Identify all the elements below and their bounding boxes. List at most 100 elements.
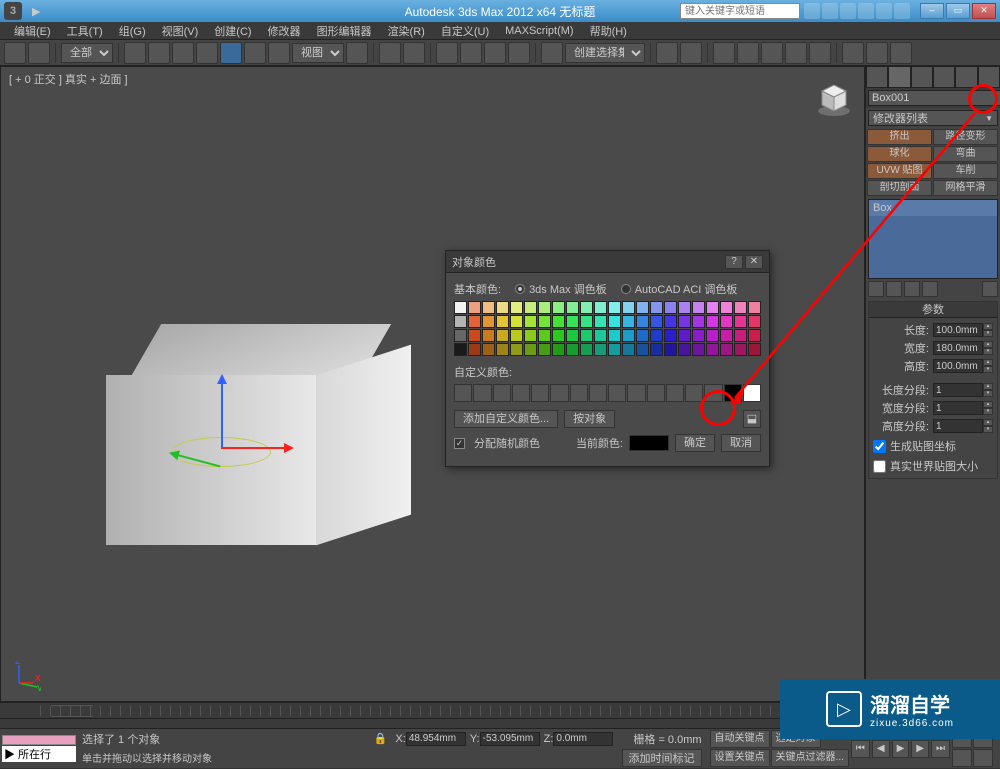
palette-swatch[interactable] bbox=[706, 301, 719, 314]
dialog-titlebar[interactable]: 对象颜色 ? ✕ bbox=[446, 251, 769, 273]
palette-swatch[interactable] bbox=[482, 343, 495, 356]
tb-move[interactable] bbox=[220, 42, 242, 64]
script-input[interactable]: ▶ 所在行 bbox=[2, 746, 76, 762]
help-search-input[interactable] bbox=[680, 3, 800, 19]
palette-swatch[interactable] bbox=[706, 329, 719, 342]
custom-swatch[interactable] bbox=[570, 384, 588, 402]
palette-swatch[interactable] bbox=[664, 343, 677, 356]
ok-button[interactable]: 确定 bbox=[675, 434, 715, 452]
palette-swatch[interactable] bbox=[664, 315, 677, 328]
palette-swatch[interactable] bbox=[622, 343, 635, 356]
menu-graph-editors[interactable]: 图形编辑器 bbox=[309, 23, 380, 39]
palette-swatch[interactable] bbox=[608, 329, 621, 342]
by-object-button[interactable]: 按对象 bbox=[564, 410, 615, 428]
palette-swatch[interactable] bbox=[720, 343, 733, 356]
modifier-list-dropdown[interactable]: 修改器列表 bbox=[868, 110, 998, 126]
palette-swatch[interactable] bbox=[636, 329, 649, 342]
palette-swatch[interactable] bbox=[468, 329, 481, 342]
qa-icon-3[interactable] bbox=[840, 3, 856, 19]
palette-swatch[interactable] bbox=[552, 329, 565, 342]
tb-manipulate[interactable] bbox=[379, 42, 401, 64]
mod-btn-bend[interactable]: 弯曲 bbox=[933, 146, 998, 162]
palette-swatch[interactable] bbox=[594, 315, 607, 328]
tb-align[interactable] bbox=[680, 42, 702, 64]
coord-z-input[interactable] bbox=[553, 732, 613, 746]
palette-swatch[interactable] bbox=[580, 315, 593, 328]
input-lseg[interactable] bbox=[933, 383, 983, 397]
macro-recorder[interactable] bbox=[2, 735, 76, 745]
close-button[interactable]: ✕ bbox=[972, 3, 996, 19]
mod-btn-meshsmooth[interactable]: 网格平滑 bbox=[933, 180, 998, 196]
palette-swatch[interactable] bbox=[496, 315, 509, 328]
tab-modify[interactable] bbox=[888, 66, 910, 88]
tb-rotate[interactable] bbox=[244, 42, 266, 64]
palette-swatch[interactable] bbox=[510, 301, 523, 314]
input-width[interactable] bbox=[933, 341, 983, 355]
palette-swatch[interactable] bbox=[538, 329, 551, 342]
menu-tools[interactable]: 工具(T) bbox=[59, 23, 111, 39]
set-key-button[interactable]: 设置关键点 bbox=[710, 749, 770, 767]
custom-swatch-black[interactable] bbox=[724, 384, 742, 402]
tb-keyboard-shortcut[interactable] bbox=[403, 42, 425, 64]
check-gen-mapping[interactable]: 生成贴图坐标 bbox=[873, 438, 993, 454]
minimize-button[interactable]: – bbox=[920, 3, 944, 19]
palette-swatch[interactable] bbox=[496, 343, 509, 356]
palette-swatch[interactable] bbox=[454, 329, 467, 342]
palette-swatch[interactable] bbox=[496, 301, 509, 314]
palette-swatch[interactable] bbox=[510, 315, 523, 328]
tb-spinner-snap[interactable] bbox=[508, 42, 530, 64]
qa-help-icon[interactable] bbox=[894, 3, 910, 19]
palette-swatch[interactable] bbox=[468, 343, 481, 356]
active-color-toggle-icon[interactable]: ⬓ bbox=[743, 410, 761, 428]
palette-swatch[interactable] bbox=[650, 301, 663, 314]
custom-swatch[interactable] bbox=[550, 384, 568, 402]
goto-end-icon[interactable]: ⏭ bbox=[931, 740, 950, 758]
input-length[interactable] bbox=[933, 323, 983, 337]
tb-rect-select[interactable] bbox=[172, 42, 194, 64]
stack-unique-icon[interactable] bbox=[904, 281, 920, 297]
palette-swatch[interactable] bbox=[734, 301, 747, 314]
tb-pivot-icon[interactable] bbox=[346, 42, 368, 64]
key-filters-button[interactable]: 关键点过滤器... bbox=[771, 749, 849, 767]
help-search[interactable] bbox=[680, 3, 800, 19]
tab-motion[interactable] bbox=[933, 66, 955, 88]
palette-swatch[interactable] bbox=[524, 329, 537, 342]
stack-pin-icon[interactable] bbox=[868, 281, 884, 297]
qa-icon-5[interactable] bbox=[876, 3, 892, 19]
stack-configure-icon[interactable] bbox=[982, 281, 998, 297]
palette-swatch[interactable] bbox=[692, 315, 705, 328]
check-real-world[interactable]: 真实世界贴图大小 bbox=[873, 458, 993, 474]
palette-swatch[interactable] bbox=[678, 343, 691, 356]
palette-swatch[interactable] bbox=[538, 315, 551, 328]
object-name-input[interactable] bbox=[868, 90, 1000, 106]
tb-select-by-name[interactable] bbox=[148, 42, 170, 64]
palette-swatch[interactable] bbox=[678, 301, 691, 314]
palette-swatch[interactable] bbox=[720, 329, 733, 342]
tb-render-frame[interactable] bbox=[866, 42, 888, 64]
palette-swatch[interactable] bbox=[454, 315, 467, 328]
palette-swatch[interactable] bbox=[720, 301, 733, 314]
coord-y-input[interactable] bbox=[480, 732, 540, 746]
palette-swatch[interactable] bbox=[636, 301, 649, 314]
custom-swatch[interactable] bbox=[647, 384, 665, 402]
custom-swatch[interactable] bbox=[704, 384, 722, 402]
tb-redo[interactable] bbox=[28, 42, 50, 64]
palette-swatch[interactable] bbox=[566, 301, 579, 314]
custom-swatch[interactable] bbox=[493, 384, 511, 402]
custom-swatch[interactable] bbox=[685, 384, 703, 402]
menu-customize[interactable]: 自定义(U) bbox=[433, 23, 497, 39]
tb-edit-named-sel[interactable] bbox=[541, 42, 563, 64]
palette-swatch[interactable] bbox=[678, 315, 691, 328]
palette-swatch[interactable] bbox=[622, 329, 635, 342]
viewcube-icon[interactable] bbox=[814, 77, 854, 117]
mod-btn-slice[interactable]: 剖切剖面 bbox=[867, 180, 932, 196]
palette-swatch[interactable] bbox=[650, 329, 663, 342]
tab-create[interactable] bbox=[866, 66, 888, 88]
input-height[interactable] bbox=[933, 359, 983, 373]
tb-render-setup[interactable] bbox=[842, 42, 864, 64]
menu-render[interactable]: 渲染(R) bbox=[380, 23, 433, 39]
palette-swatch[interactable] bbox=[510, 329, 523, 342]
palette-swatch[interactable] bbox=[636, 343, 649, 356]
palette-swatch[interactable] bbox=[482, 301, 495, 314]
coord-x-input[interactable] bbox=[406, 732, 466, 746]
